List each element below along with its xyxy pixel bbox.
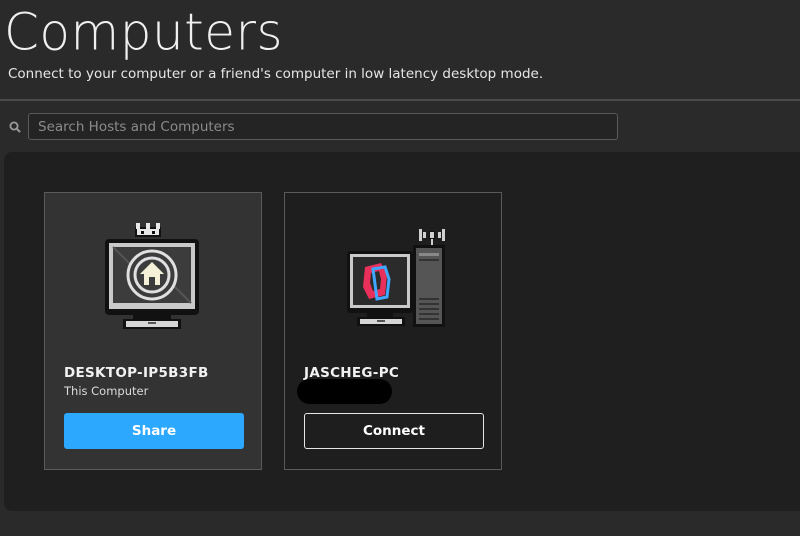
redacted-status xyxy=(297,379,392,404)
share-button[interactable]: Share xyxy=(64,413,244,449)
computer-status: This Computer xyxy=(64,384,149,398)
computer-name: DESKTOP-IP5B3FB xyxy=(64,365,209,381)
computer-card-remote: JASCHEG-PC Connect xyxy=(284,192,502,470)
crown-icon xyxy=(135,223,161,237)
search-icon xyxy=(9,121,21,133)
signal-icon xyxy=(419,229,446,245)
page-title: Computers xyxy=(4,2,284,62)
computers-page: Computers Connect to your computer or a … xyxy=(0,0,800,536)
connect-button[interactable]: Connect xyxy=(304,413,484,449)
home-monitor-icon xyxy=(105,223,199,329)
header-divider xyxy=(0,99,800,101)
parsec-pc-icon xyxy=(347,229,446,327)
search-input[interactable] xyxy=(28,113,618,140)
computer-card-host: DESKTOP-IP5B3FB This Computer Share xyxy=(44,192,262,470)
page-subtitle: Connect to your computer or a friend's c… xyxy=(8,66,544,82)
